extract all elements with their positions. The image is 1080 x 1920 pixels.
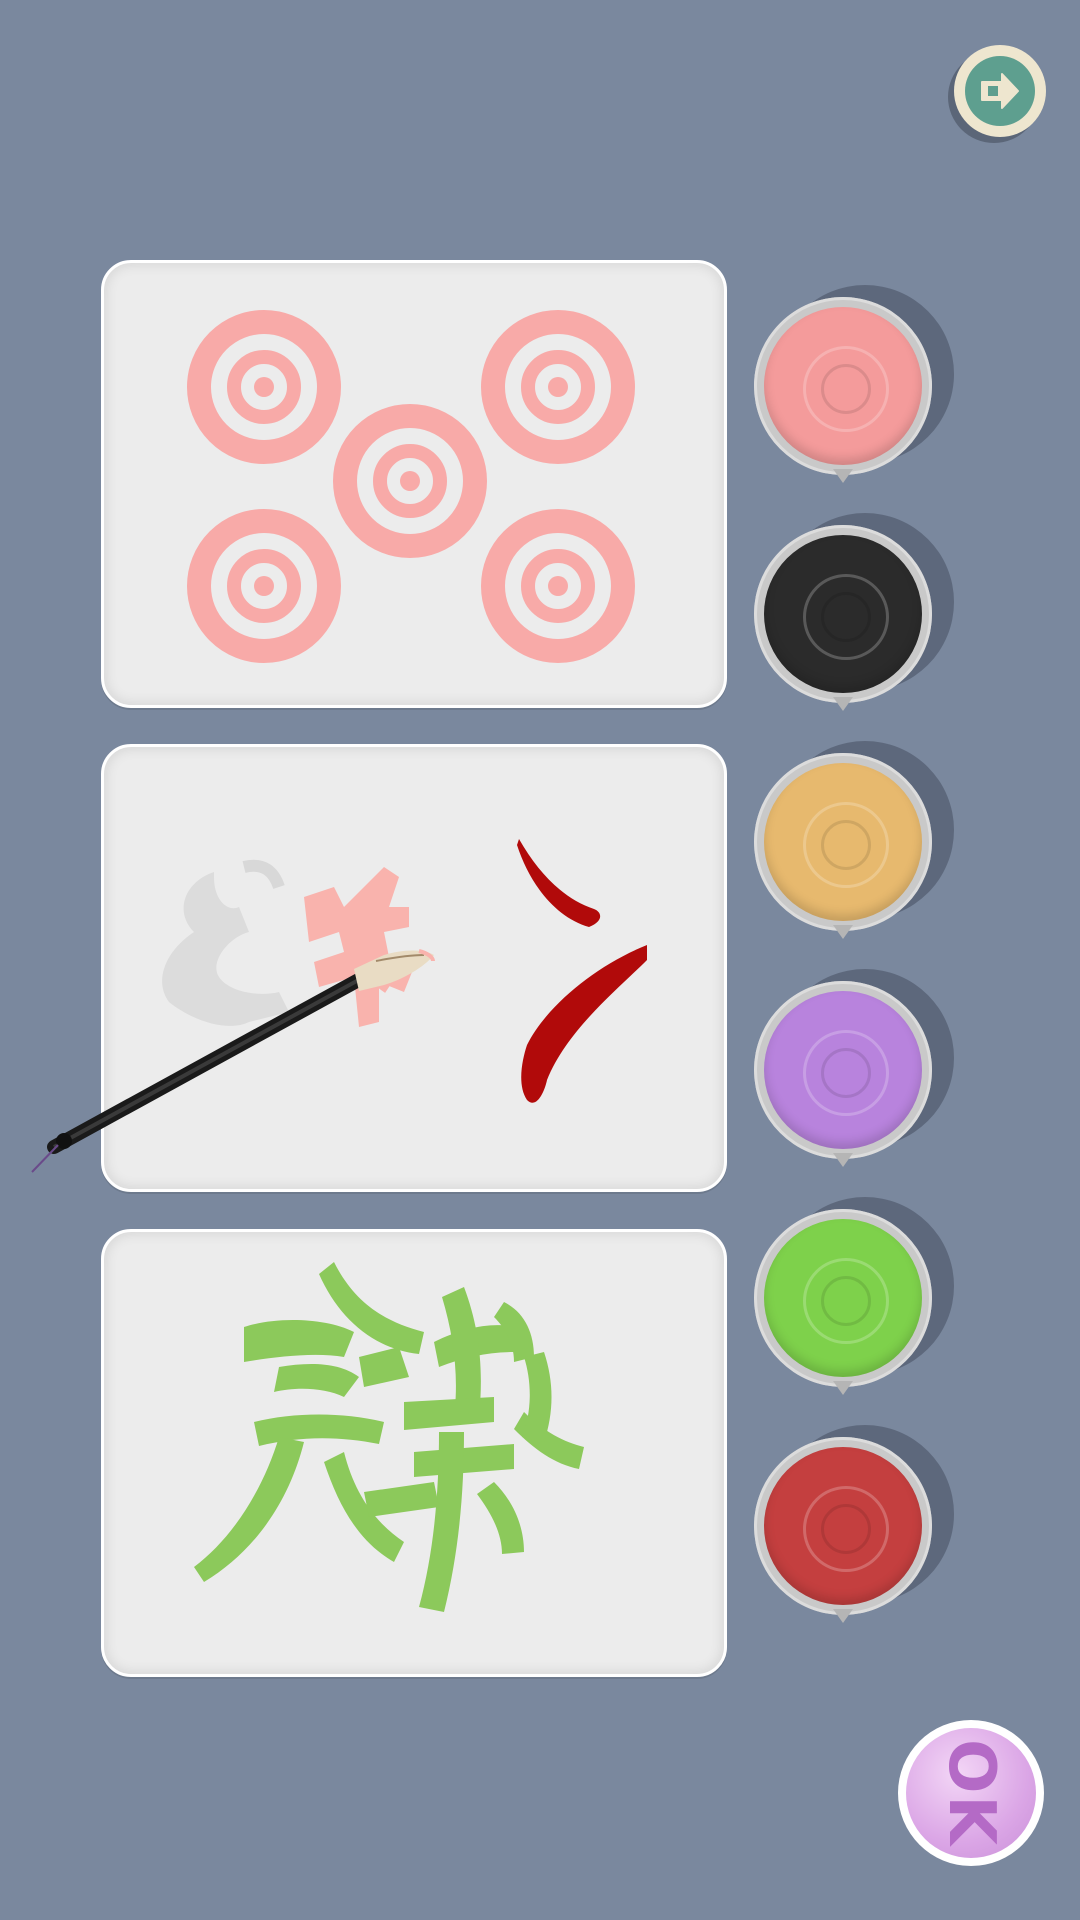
calligraphy-character — [194, 1262, 584, 1612]
exit-button[interactable] — [954, 45, 1046, 137]
target-4 — [187, 509, 341, 663]
paint-pot-purple[interactable] — [754, 969, 954, 1167]
ok-label: OK — [934, 1739, 1008, 1847]
paint-pot-pink[interactable] — [754, 285, 954, 483]
exit-arrow-icon — [965, 56, 1035, 126]
target-2 — [481, 310, 635, 464]
calligraphy-brush-icon[interactable] — [24, 917, 444, 1177]
ok-button-face: OK — [906, 1728, 1036, 1858]
targets-pattern — [187, 310, 635, 663]
board-targets[interactable] — [101, 260, 727, 708]
board-calligraphy-green[interactable] — [101, 1229, 727, 1677]
target-1 — [187, 310, 341, 464]
paint-pot-red[interactable] — [754, 1425, 954, 1623]
ok-button[interactable]: OK — [898, 1720, 1044, 1866]
target-3 — [333, 404, 487, 558]
paint-pot-gold[interactable] — [754, 741, 954, 939]
paint-pot-green[interactable] — [754, 1197, 954, 1395]
paint-pot-black[interactable] — [754, 513, 954, 711]
board-character-in-progress[interactable] — [31, 744, 727, 1192]
target-5 — [481, 509, 635, 663]
